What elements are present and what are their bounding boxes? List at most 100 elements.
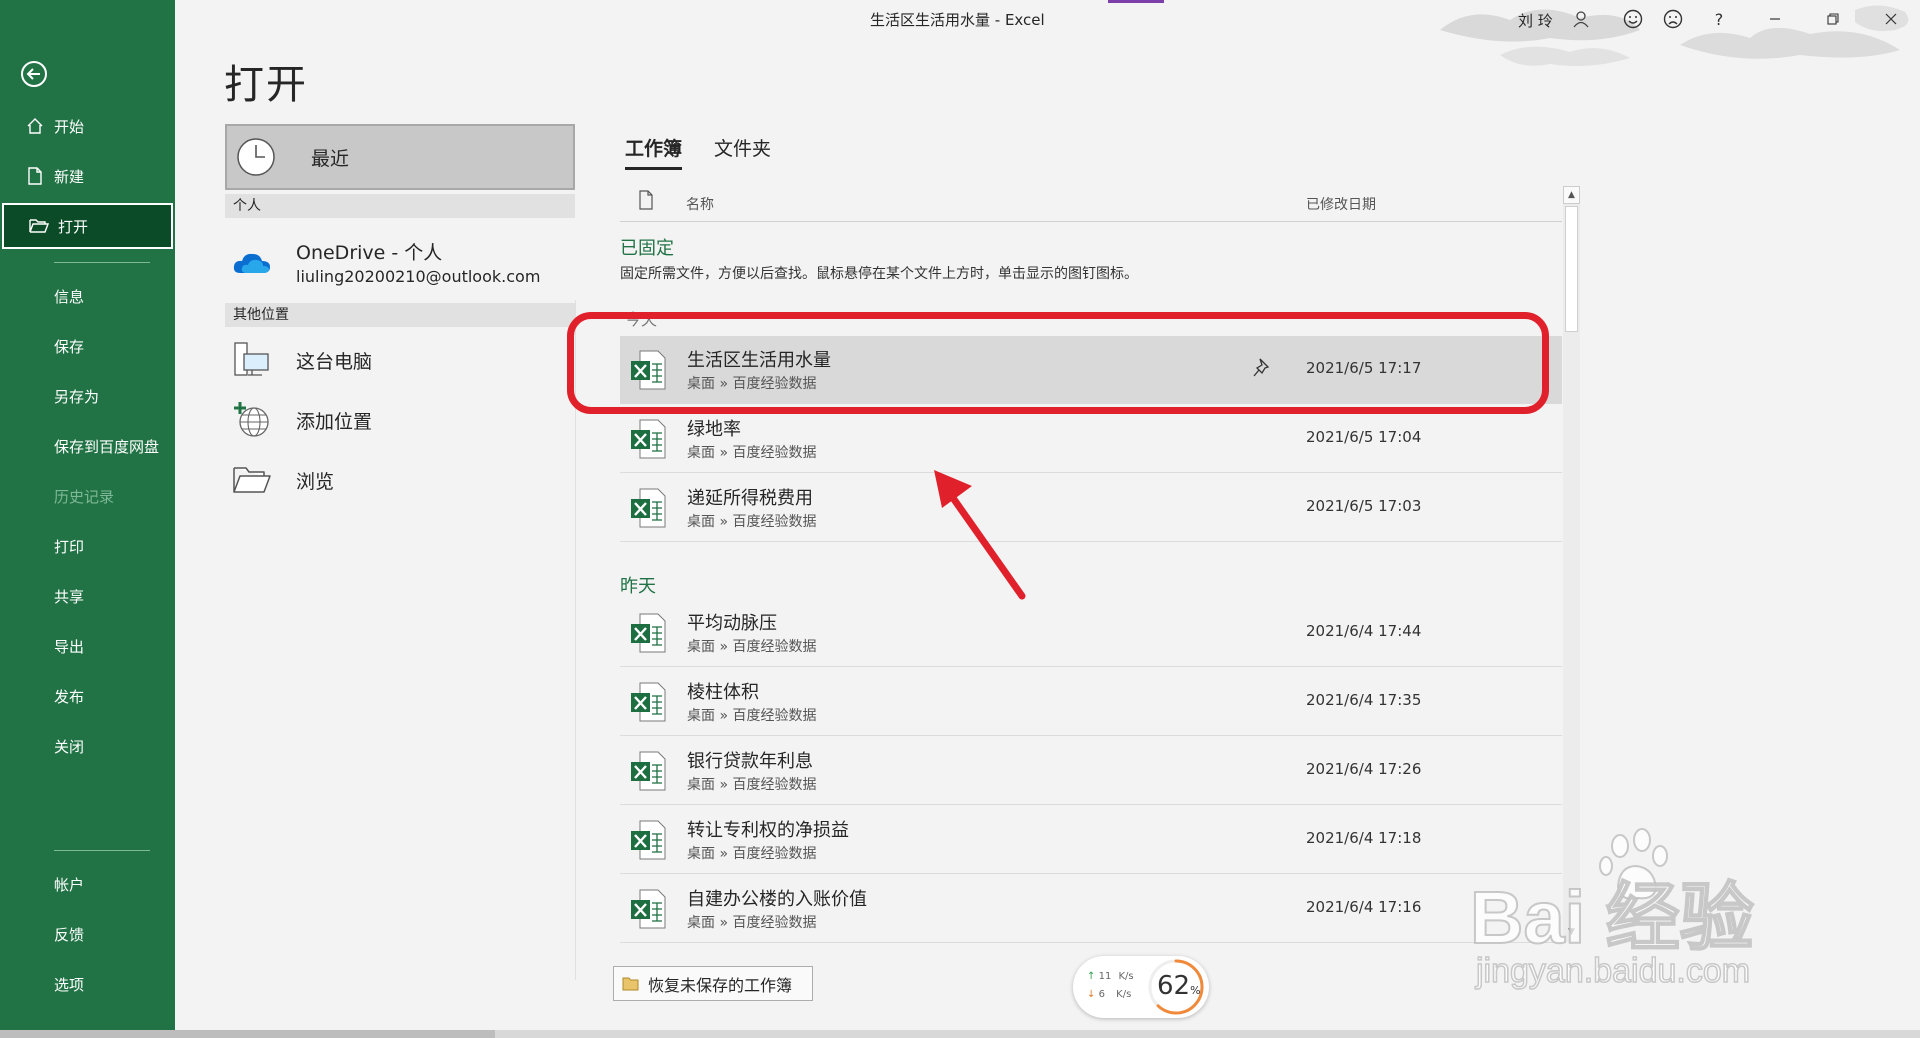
download-arrow-icon: ↓ (1087, 989, 1096, 1000)
onedrive-cloud-icon (230, 240, 274, 284)
computer-icon (230, 338, 274, 382)
file-path: 桌面 » 百度经验数据 (687, 514, 817, 530)
scroll-down-arrow-icon[interactable]: ▼ (1563, 924, 1580, 942)
user-name[interactable]: 刘 玲 (1518, 10, 1553, 31)
open-folder-icon (28, 215, 50, 237)
pinned-description: 固定所需文件，方便以后查找。鼠标悬停在某个文件上方时，单击显示的图钉图标。 (620, 266, 1138, 282)
restore-icon[interactable] (1818, 4, 1848, 34)
file-modified-date: 2021/6/4 17:35 (1306, 691, 1422, 709)
clock-icon (237, 138, 275, 176)
home-icon (24, 115, 46, 137)
back-arrow-icon[interactable] (20, 60, 48, 88)
file-modified-date: 2021/6/4 17:18 (1306, 829, 1422, 847)
onedrive-title: OneDrive - 个人 (296, 242, 443, 264)
file-modified-date: 2021/6/5 17:03 (1306, 497, 1422, 515)
group-yesterday: 昨天 (620, 576, 656, 597)
nav-item-share[interactable]: 共享 (0, 573, 175, 619)
location-recent[interactable]: 最近 (225, 124, 575, 190)
file-path: 桌面 » 百度经验数据 (687, 915, 817, 931)
bottom-scroll-thumb[interactable] (0, 1030, 495, 1038)
upload-arrow-icon: ↑ (1087, 971, 1096, 982)
nav-item-open[interactable]: 打开 (2, 203, 173, 249)
file-modified-date: 2021/6/4 17:26 (1306, 760, 1422, 778)
file-name: 自建办公楼的入账价值 (687, 889, 867, 910)
browse-folder-icon (230, 458, 274, 502)
nav-item-export[interactable]: 导出 (0, 623, 175, 669)
excel-file-icon (631, 682, 666, 722)
nav-item-publish[interactable]: 发布 (0, 673, 175, 719)
file-tabs: 工作簿 文件夹 (625, 134, 771, 170)
close-icon[interactable] (1876, 4, 1906, 34)
nav-item-options[interactable]: 选项 (0, 961, 175, 1007)
onedrive-text: OneDrive - 个人 liuling20200210@outlook.co… (296, 238, 540, 286)
download-speed: ↓ 6 K/s (1087, 989, 1132, 1000)
file-row[interactable]: 递延所得税费用桌面 » 百度经验数据 2021/6/5 17:03 (620, 474, 1562, 542)
document-icon (639, 190, 653, 210)
file-name: 棱柱体积 (687, 682, 759, 703)
column-modified-date[interactable]: 已修改日期 (1306, 194, 1376, 214)
pin-icon[interactable] (1252, 356, 1274, 380)
minimize-icon[interactable] (1760, 4, 1790, 34)
nav-item-save-as[interactable]: 另存为 (0, 373, 175, 419)
onedrive-account: liuling20200210@outlook.com (296, 267, 541, 286)
nav-item-new[interactable]: 新建 (0, 153, 175, 199)
tab-workbooks[interactable]: 工作簿 (625, 134, 683, 170)
scroll-thumb[interactable] (1565, 206, 1578, 332)
file-name: 平均动脉压 (687, 613, 777, 634)
column-name[interactable]: 名称 (686, 194, 714, 214)
nav-item-home[interactable]: 开始 (0, 103, 175, 149)
file-row[interactable]: 银行贷款年利息 桌面 » 百度经验数据 2021/6/4 17:26 (620, 737, 1562, 805)
column-divider (575, 300, 576, 980)
network-speed-widget[interactable]: ↑ 11 K/s ↓ 6 K/s 62% (1073, 956, 1209, 1018)
nav-item-save[interactable]: 保存 (0, 323, 175, 369)
file-name: 银行贷款年利息 (687, 751, 813, 772)
file-row[interactable]: 生活区生活用水量 桌面 » 百度经验数据 2021/6/5 17:17 (620, 336, 1562, 404)
file-path: 桌面 » 百度经验数据 (687, 708, 817, 724)
location-this-pc[interactable]: 这台电脑 (230, 338, 372, 382)
nav-item-print[interactable]: 打印 (0, 523, 175, 569)
location-browse[interactable]: 浏览 (230, 458, 334, 502)
file-row[interactable]: 转让专利权的净损益 桌面 » 百度经验数据 2021/6/4 17:18 (620, 806, 1562, 874)
location-add-place[interactable]: 添加位置 (230, 398, 372, 442)
excel-file-icon (631, 820, 666, 860)
nav-item-feedback[interactable]: 反馈 (0, 911, 175, 957)
title-accent-line (1108, 0, 1164, 3)
nav-item-history: 历史记录 (54, 487, 115, 506)
nav-item-close[interactable]: 关闭 (0, 723, 175, 769)
frown-icon[interactable] (1658, 4, 1688, 34)
nav-item-account[interactable]: 帐户 (0, 861, 175, 907)
bottom-scrollbar[interactable] (0, 1030, 1920, 1038)
section-personal: 个人 (225, 194, 575, 218)
nav-item-save-to-baidu[interactable]: 保存到百度网盘 (0, 423, 175, 469)
location-onedrive[interactable]: OneDrive - 个人 liuling20200210@outlook.co… (230, 238, 540, 286)
file-name: 转让专利权的净损益 (687, 820, 849, 841)
scroll-up-arrow-icon[interactable]: ▲ (1563, 186, 1580, 204)
excel-file-icon (631, 613, 666, 653)
file-row[interactable]: 棱柱体积桌面 » 百度经验数据 2021/6/4 17:35 (620, 668, 1562, 736)
file-path: 桌面 » 百度经验数据 (687, 445, 817, 461)
smiley-icon[interactable] (1618, 4, 1648, 34)
file-path: 桌面 » 百度经验数据 (687, 639, 817, 655)
file-modified-date: 2021/6/5 17:17 (1306, 359, 1422, 377)
excel-file-icon (631, 350, 666, 390)
file-name: 递延所得税费用 (687, 488, 813, 509)
recover-unsaved-button[interactable]: 恢复未保存的工作簿 (613, 966, 813, 1001)
nav-item-info[interactable]: 信息 (0, 273, 175, 319)
file-row[interactable]: 绿地率 桌面 » 百度经验数据 2021/6/5 17:04 (620, 405, 1562, 473)
file-row[interactable]: 自建办公楼的入账价值 桌面 » 百度经验数据 2021/6/4 17:16 (620, 875, 1562, 943)
user-avatar-icon[interactable] (1568, 4, 1594, 34)
window-title: 生活区生活用水量 - Excel (870, 11, 1045, 29)
help-icon[interactable]: ? (1704, 4, 1734, 34)
tab-folders[interactable]: 文件夹 (714, 134, 771, 170)
file-path: 桌面 » 百度经验数据 (687, 376, 817, 392)
file-modified-date: 2021/6/5 17:04 (1306, 428, 1422, 446)
file-row[interactable]: 平均动脉压桌面 » 百度经验数据 2021/6/4 17:44 (620, 599, 1562, 667)
file-list-header: 名称 已修改日期 (620, 186, 1562, 222)
file-modified-date: 2021/6/4 17:44 (1306, 622, 1422, 640)
section-other-locations: 其他位置 (225, 303, 575, 327)
paw-logo-icon (1599, 828, 1668, 900)
upload-speed: ↑ 11 K/s (1087, 971, 1134, 982)
excel-file-icon (631, 488, 666, 528)
file-list-scrollbar[interactable]: ▲ ▼ (1563, 186, 1580, 942)
page-title: 打开 (224, 62, 308, 108)
